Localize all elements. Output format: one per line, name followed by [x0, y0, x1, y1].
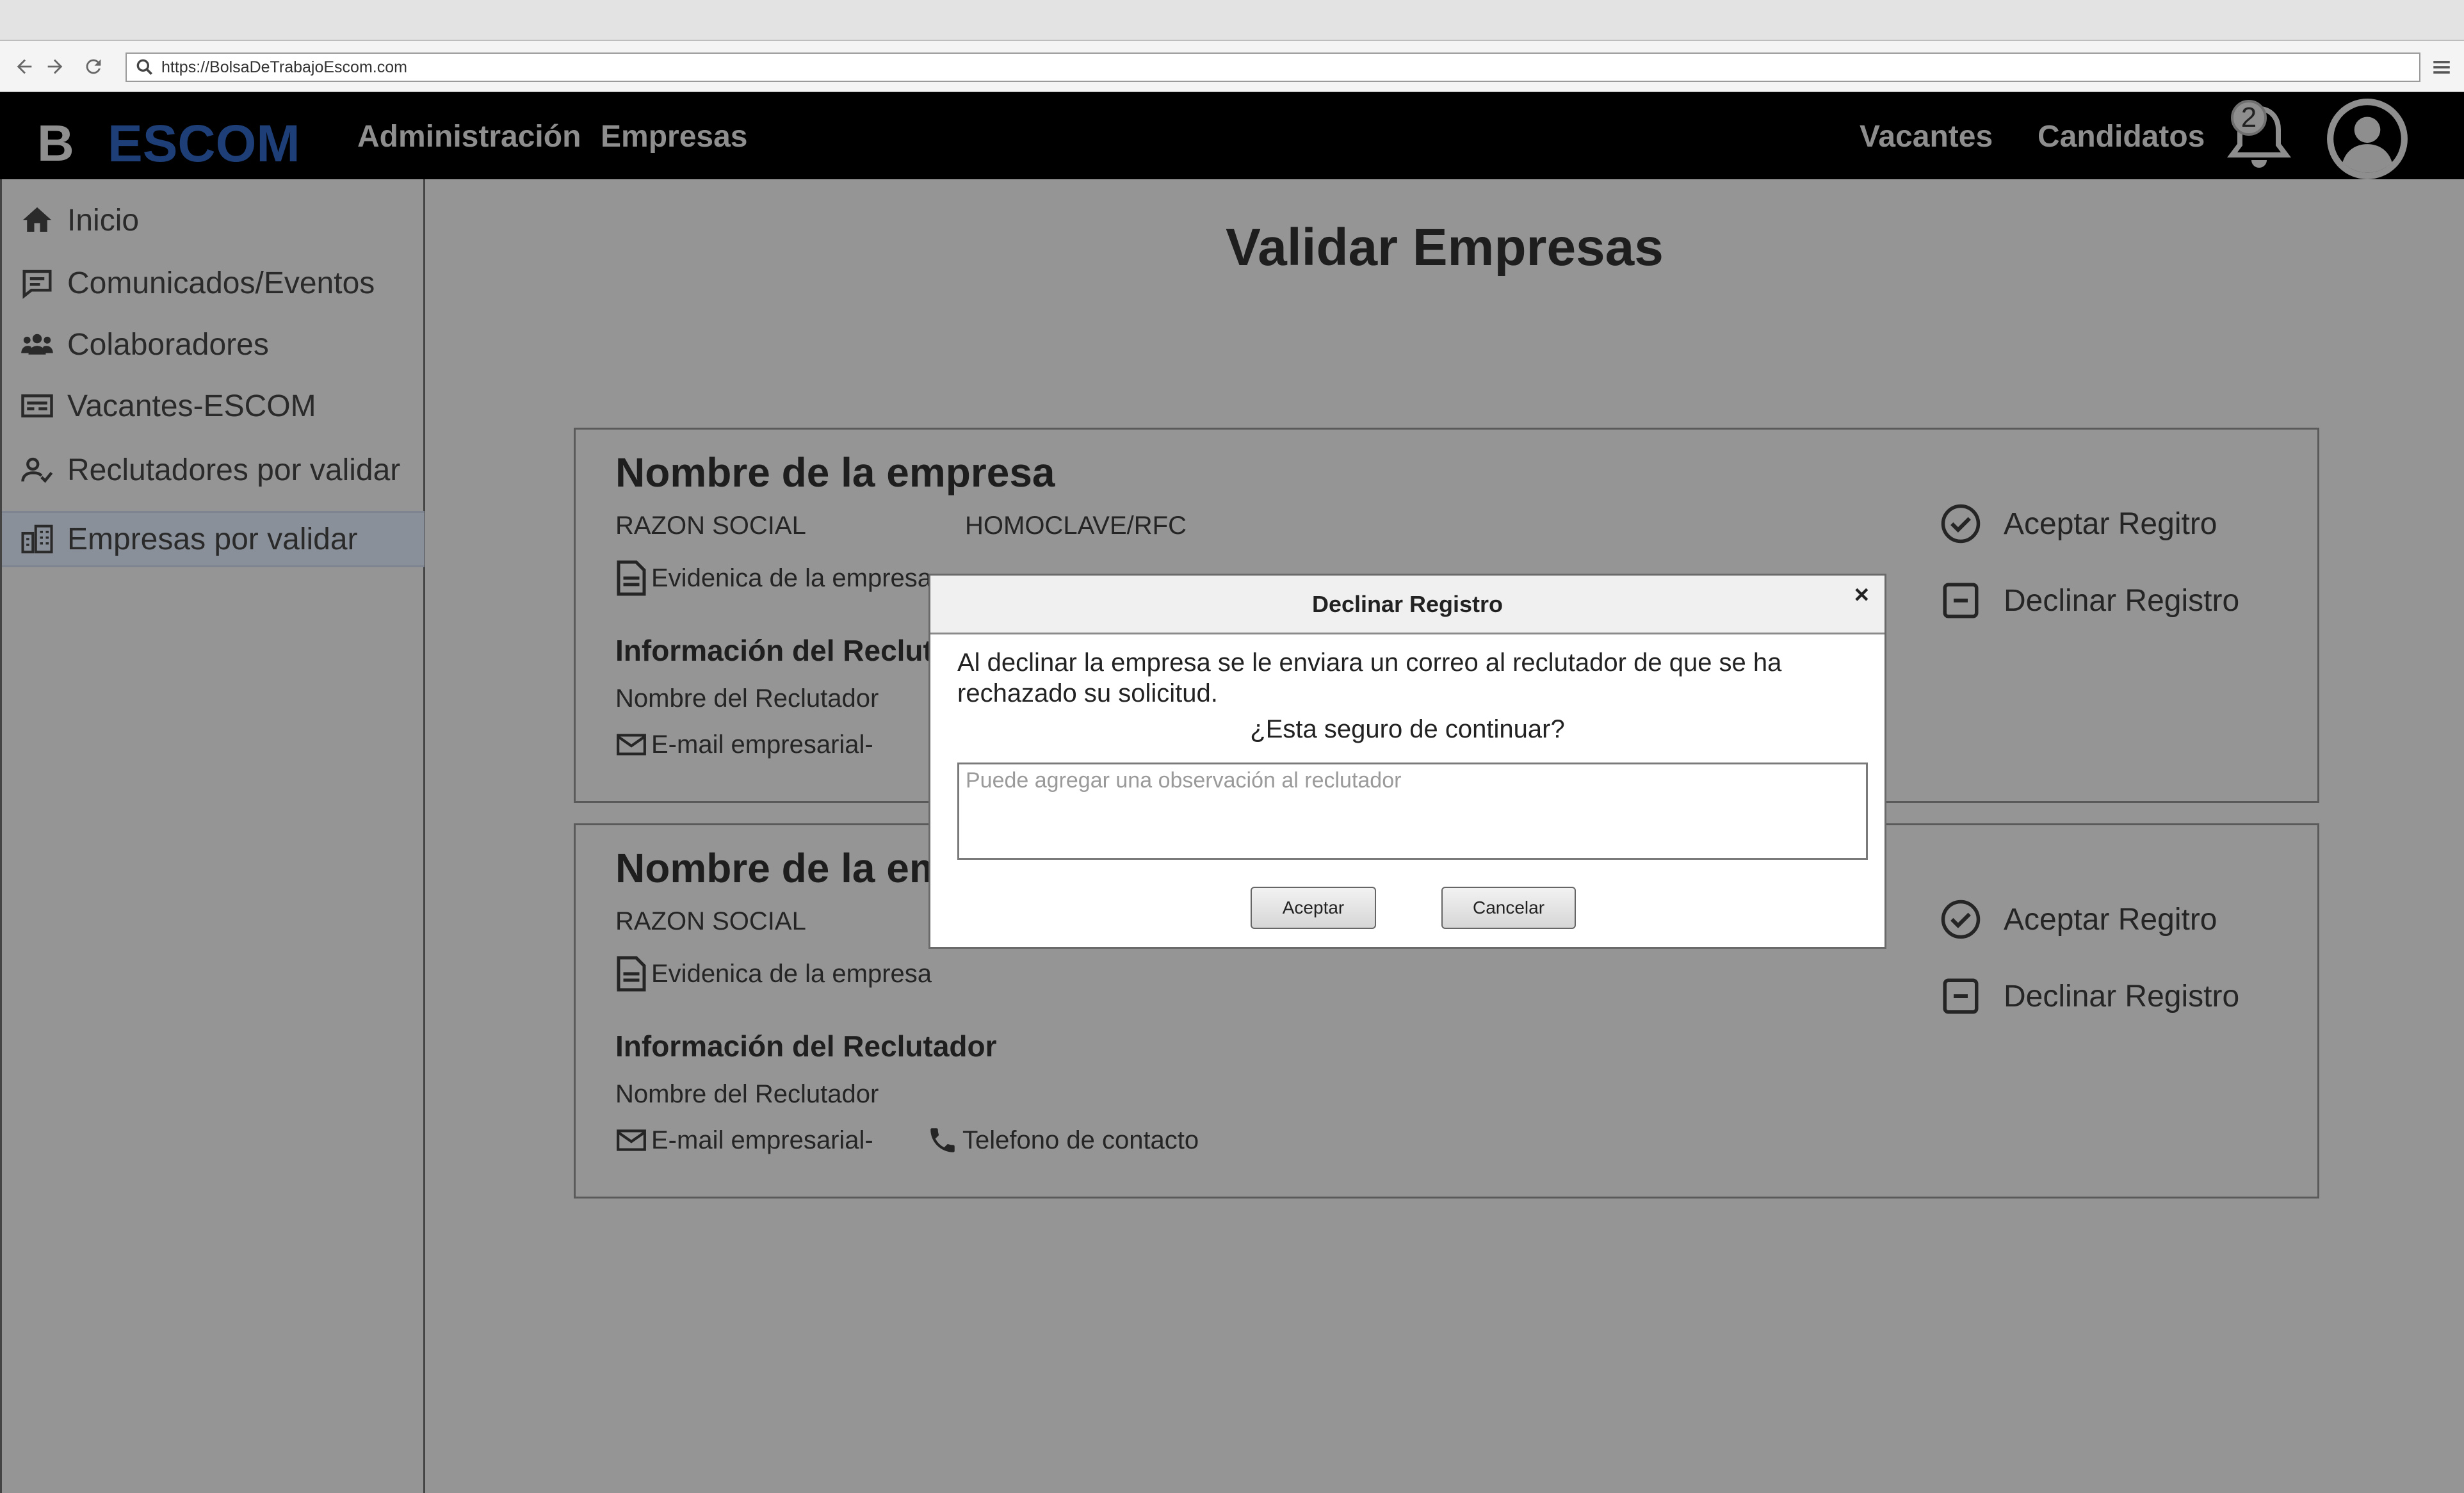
company-name: Nombre de la em — [615, 845, 946, 891]
accept-registration-button[interactable]: Aceptar Regitro — [1940, 898, 2217, 940]
decline-label: Declinar Registro — [2004, 583, 2240, 618]
company-name: Nombre de la empresa — [615, 449, 1055, 496]
url-text: https://BolsaDeTrabajoEscom.com — [161, 58, 407, 76]
avatar-icon[interactable] — [2326, 97, 2409, 181]
nav-empresas[interactable]: Empresas — [601, 119, 747, 154]
decline-registration-button[interactable]: Declinar Registro — [1940, 579, 2239, 622]
razon-social: RAZON SOCIAL — [615, 512, 806, 540]
sidebar-item-vacantes-escom[interactable]: Vacantes-ESCOM — [2, 378, 425, 434]
sidebar-item-reclutadores[interactable]: Reclutadores por validar — [2, 442, 425, 498]
forward-icon[interactable] — [42, 54, 68, 79]
recruiter-email: E-mail empresarial- — [615, 725, 873, 764]
sidebar-item-colaboradores[interactable]: Colaboradores — [2, 316, 425, 373]
phone-label: Telefono de contacto — [962, 1126, 1199, 1154]
homoclave-rfc: HOMOCLAVE/RFC — [965, 512, 1187, 540]
nav-candidatos[interactable]: Candidatos — [2038, 119, 2205, 154]
reload-icon[interactable] — [81, 54, 106, 79]
back-icon[interactable] — [12, 54, 37, 79]
evidence-link[interactable]: Evidenica de la empresa — [615, 955, 932, 993]
dialog-cancel-button[interactable]: Cancelar — [1441, 887, 1576, 929]
sidebar-item-label: Empresas por validar — [67, 522, 358, 556]
recruiter-heading: Información del Reclutador — [615, 1029, 997, 1063]
sidebar-item-comunicados[interactable]: Comunicados/Eventos — [2, 255, 425, 311]
logo-text: ESCOM — [108, 115, 300, 173]
recruiter-email: E-mail empresarial- — [615, 1121, 873, 1159]
decline-label: Declinar Registro — [2004, 979, 2240, 1013]
dialog-accept-button[interactable]: Aceptar — [1251, 887, 1376, 929]
envelope-icon — [617, 1129, 646, 1151]
home-icon — [22, 207, 52, 232]
sidebar-item-label: Comunicados/Eventos — [67, 266, 375, 300]
notification-badge: 2 — [2231, 100, 2267, 136]
phone-icon — [930, 1128, 955, 1152]
recruiter-phone: Telefono de contacto — [927, 1121, 1199, 1159]
users-icon — [21, 334, 53, 355]
evidence-label: Evidenica de la empresa — [651, 959, 932, 988]
accept-registration-button[interactable]: Aceptar Regitro — [1940, 503, 2217, 545]
check-circle-icon — [1941, 504, 1981, 544]
check-circle-icon — [1941, 900, 1981, 939]
message-icon — [22, 270, 52, 299]
user-check-icon — [21, 457, 53, 483]
dialog-message: Al declinar la empresa se le enviara un … — [957, 649, 1789, 707]
accept-label: Aceptar Regitro — [2004, 506, 2217, 541]
document-icon — [617, 560, 646, 596]
close-icon[interactable]: × — [1854, 581, 1869, 609]
vacancy-icon — [21, 394, 53, 417]
decline-dialog: Declinar Registro × Al declinar la empre… — [928, 574, 1886, 949]
email-label: E-mail empresarial- — [651, 730, 873, 759]
razon-social: RAZON SOCIAL — [615, 907, 806, 935]
sidebar-item-empresas[interactable]: Empresas por validar — [2, 511, 425, 567]
envelope-icon — [617, 734, 646, 755]
dialog-title: Declinar Registro — [930, 576, 1884, 634]
nav-administracion[interactable]: Administración — [357, 119, 581, 154]
accept-label: Aceptar Regitro — [2004, 902, 2217, 937]
building-icon — [21, 524, 53, 554]
browser-titlebar — [0, 0, 2464, 41]
minus-square-icon — [1943, 583, 1979, 618]
document-icon — [617, 956, 646, 992]
nav-vacantes[interactable]: Vacantes — [1860, 119, 1993, 154]
dialog-question: ¿Esta seguro de continuar? — [1250, 715, 1565, 743]
email-label: E-mail empresarial- — [651, 1126, 873, 1154]
sidebar-item-label: Vacantes-ESCOM — [67, 389, 316, 423]
evidence-label: Evidenica de la empresa — [651, 563, 932, 592]
address-bar[interactable]: https://BolsaDeTrabajoEscom.com — [126, 52, 2420, 82]
decline-registration-button[interactable]: Declinar Registro — [1940, 975, 2239, 1017]
sidebar-item-label: Inicio — [67, 203, 140, 238]
sidebar-item-inicio[interactable]: Inicio — [2, 192, 425, 248]
sidebar-item-label: Colaboradores — [67, 327, 269, 362]
search-icon — [136, 59, 152, 75]
observation-input[interactable] — [957, 763, 1868, 860]
page-title: Validar Empresas — [1226, 218, 1664, 277]
recruiter-name: Nombre del Reclutador — [615, 684, 879, 713]
minus-square-icon — [1943, 978, 1979, 1014]
sidebar: Inicio Comunicados/Eventos Colaboradores… — [0, 179, 425, 1493]
logo-letter: B — [37, 115, 74, 172]
sidebar-item-label: Reclutadores por validar — [67, 453, 401, 487]
evidence-link[interactable]: Evidenica de la empresa — [615, 559, 932, 597]
browser-menu-icon[interactable] — [2431, 56, 2452, 78]
recruiter-name: Nombre del Reclutador — [615, 1080, 879, 1108]
